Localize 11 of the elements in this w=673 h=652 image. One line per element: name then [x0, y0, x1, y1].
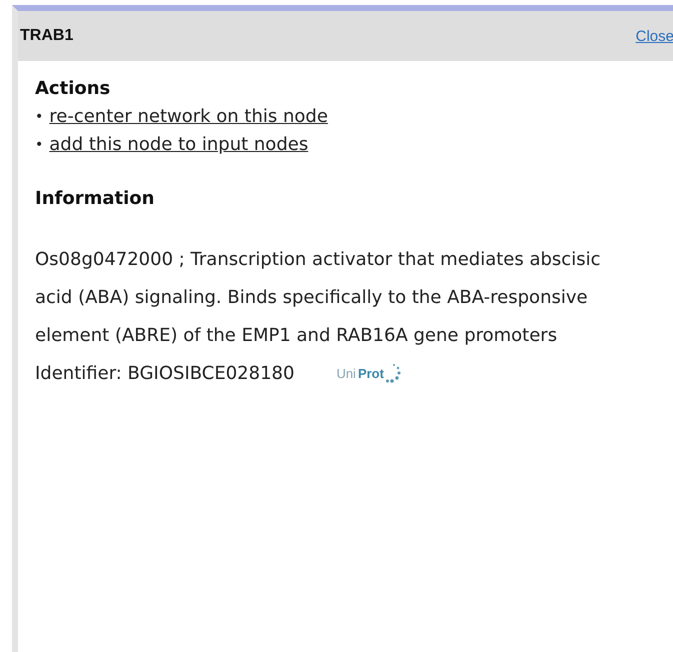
section-heading: Information — [35, 187, 156, 211]
action-link[interactable]: re-center network on this node — [49, 103, 328, 131]
bullet: • — [35, 108, 44, 127]
close-link[interactable]: Close — [636, 28, 673, 44]
bullet: • — [35, 136, 44, 155]
identifier-text: Identifier: BGIOSIBCE028180 — [35, 362, 294, 386]
section-heading: Actions — [35, 77, 112, 101]
panel-title: TRAB1 — [20, 27, 74, 45]
action-link[interactable]: add this node to input nodes — [49, 131, 308, 159]
description-text: Os08g0472000 ; Transcription activator that mediates abscisic acid (ABA) signaling. Binds specifically to the ABA-responsive element (ABRE) of the EMP1 and RAB16A gene promoters — [35, 248, 602, 348]
uniprot-logo[interactable]: Uni Prot — [336, 355, 402, 393]
